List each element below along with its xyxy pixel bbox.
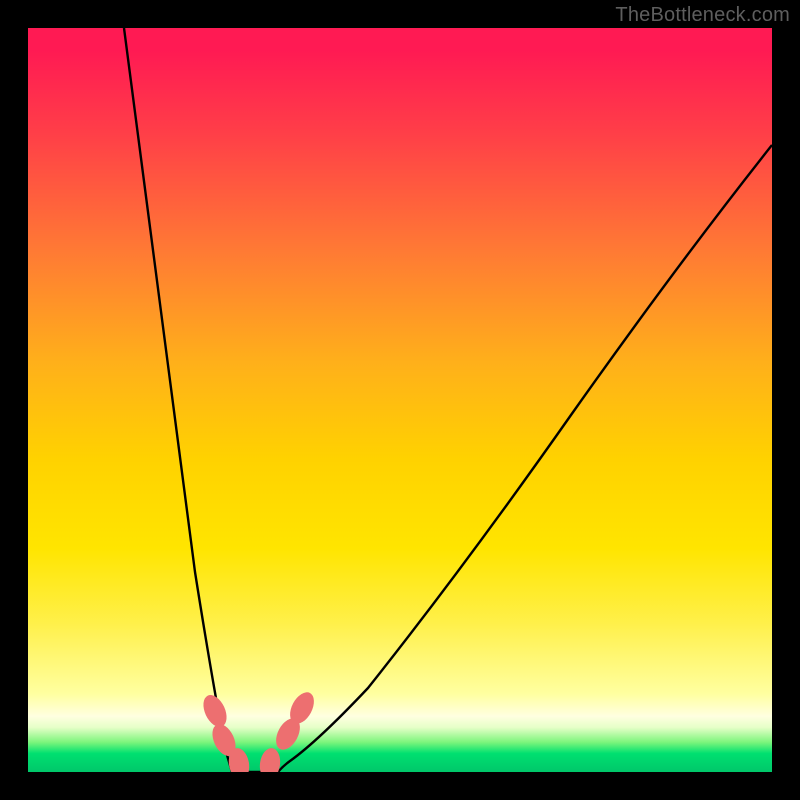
curve-layer xyxy=(28,28,772,772)
curve-left-branch xyxy=(124,28,232,772)
chart-frame: TheBottleneck.com xyxy=(0,0,800,800)
plot-area xyxy=(28,28,772,772)
curve-right-branch xyxy=(278,145,772,772)
marker-floor-2 xyxy=(258,747,282,772)
marker-left-1 xyxy=(199,691,231,730)
attribution-text: TheBottleneck.com xyxy=(615,4,790,27)
